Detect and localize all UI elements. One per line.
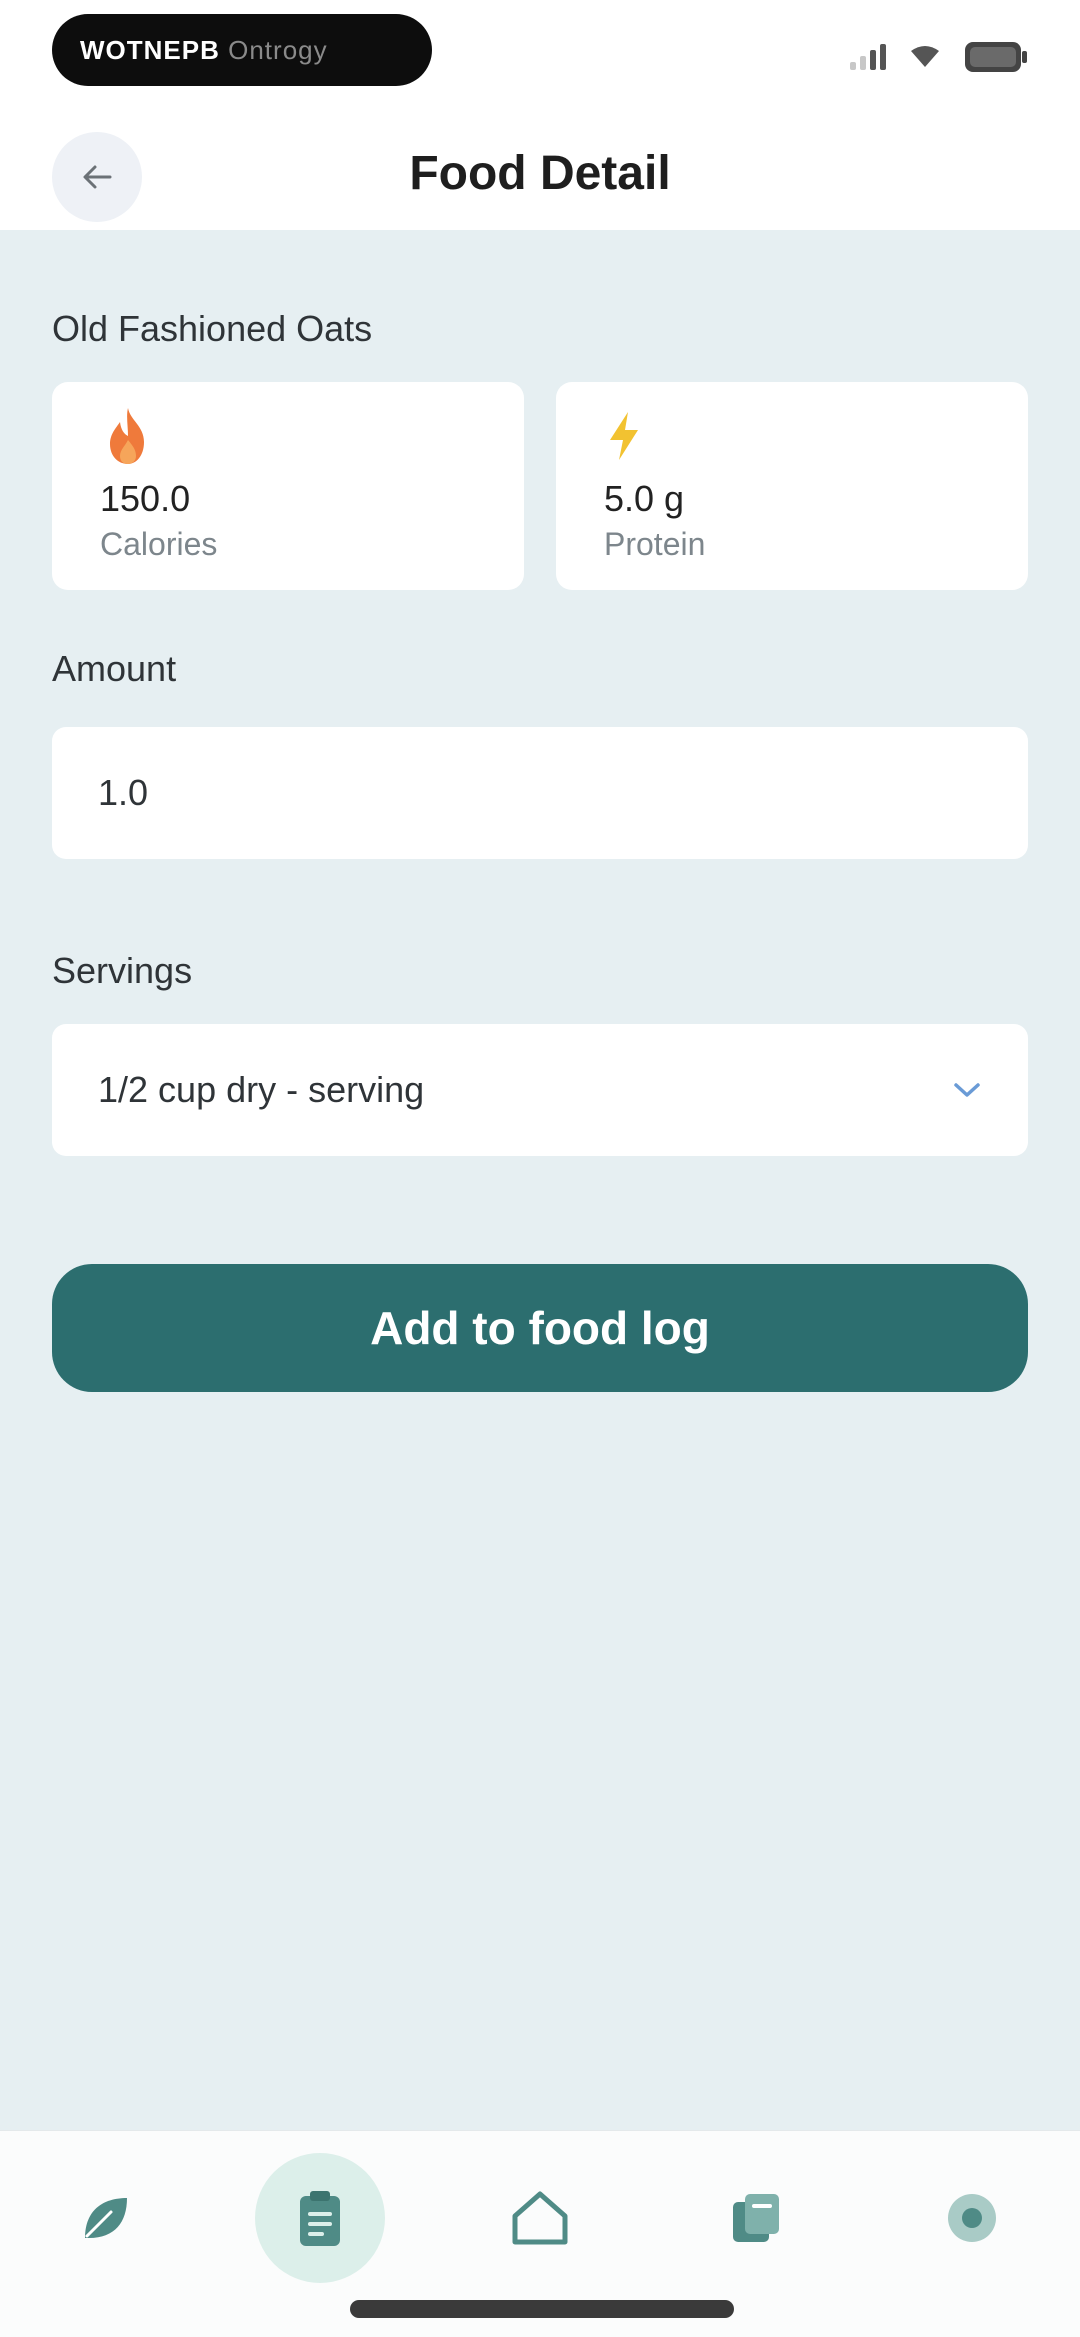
signal-icon: [850, 44, 886, 70]
nav-item-book[interactable]: [690, 2153, 820, 2283]
servings-select[interactable]: 1/2 cup dry - serving: [52, 1024, 1028, 1156]
calories-value: 150.0: [100, 478, 191, 519]
nav-item-home[interactable]: [475, 2153, 605, 2283]
header: Food Detail: [0, 110, 1080, 230]
protein-card: 5.0 g Protein: [556, 382, 1028, 590]
page-title: Food Detail: [409, 147, 671, 200]
clipboard-icon: [300, 2191, 340, 2246]
nav-item-leaf[interactable]: [40, 2153, 170, 2283]
home-icon: [512, 2191, 568, 2245]
lightning-icon: [604, 404, 980, 468]
home-indicator[interactable]: [350, 2300, 734, 2318]
wifi-icon: [910, 45, 940, 69]
nav-item-settings[interactable]: [907, 2153, 1037, 2283]
status-pill-text: WOTNEPB Ontrogy: [80, 35, 328, 66]
status-pill-text-bold: WOTNEPB: [80, 34, 220, 65]
nav-item-food-log[interactable]: [255, 2153, 385, 2283]
amount-label: Amount: [52, 648, 177, 689]
status-pill-text-dim: Ontrogy: [228, 34, 328, 65]
food-name: Old Fashioned Oats: [52, 308, 373, 349]
status-pill: WOTNEPB Ontrogy: [52, 14, 432, 86]
chevron-down-icon: [954, 1083, 980, 1097]
calories-card: 150.0 Calories: [52, 382, 524, 590]
settings-icon: [948, 2194, 996, 2242]
book-icon: [733, 2194, 779, 2242]
content-area: Old Fashioned Oats 150.0 Calories 5.0 g …: [0, 230, 1080, 2130]
status-bar: WOTNEPB Ontrogy: [0, 0, 1080, 110]
servings-selected-value: 1/2 cup dry - serving: [98, 1069, 425, 1110]
protein-value: 5.0 g: [604, 478, 685, 519]
add-to-food-log-button[interactable]: Add to food log: [52, 1264, 1028, 1392]
calories-label: Calories: [100, 526, 218, 562]
battery-icon: [964, 40, 1028, 74]
protein-label: Protein: [604, 526, 706, 562]
flame-icon: [100, 404, 476, 468]
amount-input[interactable]: [52, 727, 1028, 859]
servings-label: Servings: [52, 950, 193, 991]
status-icons: [850, 40, 1028, 74]
leaf-icon: [85, 2198, 127, 2238]
